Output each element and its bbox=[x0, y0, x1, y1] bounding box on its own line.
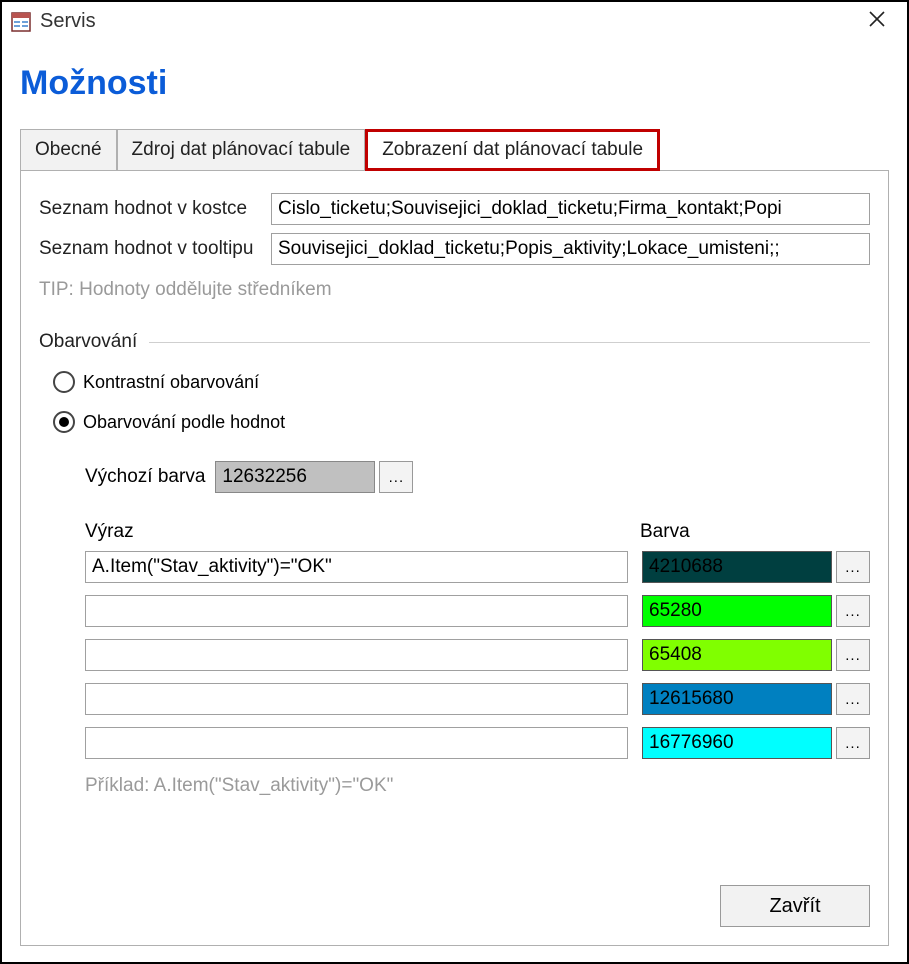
expression-input[interactable] bbox=[85, 551, 628, 583]
tab-panel-data-view: Seznam hodnot v kostce Seznam hodnot v t… bbox=[20, 171, 889, 946]
cube-values-row: Seznam hodnot v kostce bbox=[39, 193, 870, 225]
tooltip-values-row: Seznam hodnot v tooltipu bbox=[39, 233, 870, 265]
default-color-value[interactable]: 12632256 bbox=[215, 461, 375, 493]
default-color-label: Výchozí barva bbox=[85, 466, 205, 488]
coloring-group-header: Obarvování bbox=[39, 331, 870, 353]
color-swatch[interactable]: 65408 bbox=[642, 639, 832, 671]
expression-input[interactable] bbox=[85, 683, 628, 715]
tab-general[interactable]: Obecné bbox=[20, 129, 117, 171]
divider bbox=[149, 342, 870, 343]
dialog-window: Servis Možnosti Obecné Zdroj dat plánova… bbox=[0, 0, 909, 964]
color-swatch[interactable]: 16776960 bbox=[642, 727, 832, 759]
content-area: Možnosti Obecné Zdroj dat plánovací tabu… bbox=[2, 42, 907, 962]
tab-data-view[interactable]: Zobrazení dat plánovací tabule bbox=[365, 129, 660, 171]
form-icon bbox=[10, 11, 32, 33]
color-picker-button[interactable]: ... bbox=[836, 551, 870, 583]
tooltip-values-input[interactable] bbox=[271, 233, 870, 265]
color-rule-row: 12615680... bbox=[85, 683, 870, 715]
color-swatch[interactable]: 12615680 bbox=[642, 683, 832, 715]
example-text: Příklad: A.Item("Stav_aktivity")="OK" bbox=[85, 775, 870, 797]
color-rule-row: 4210688... bbox=[85, 551, 870, 583]
color-swatch[interactable]: 65280 bbox=[642, 595, 832, 627]
expression-input[interactable] bbox=[85, 595, 628, 627]
color-picker-button[interactable]: ... bbox=[836, 727, 870, 759]
footer: Zavřít bbox=[39, 865, 870, 927]
radio-by-values[interactable]: Obarvování podle hodnot bbox=[53, 411, 870, 433]
color-rule-row: 65408... bbox=[85, 639, 870, 671]
column-expression-header: Výraz bbox=[85, 521, 640, 543]
cube-values-input[interactable] bbox=[271, 193, 870, 225]
radio-by-values-label: Obarvování podle hodnot bbox=[83, 412, 285, 433]
column-color-header: Barva bbox=[640, 521, 870, 543]
coloring-group-label: Obarvování bbox=[39, 331, 137, 353]
columns-header: Výraz Barva bbox=[85, 521, 870, 543]
default-color-row: Výchozí barva 12632256 ... bbox=[85, 461, 870, 493]
color-picker-button[interactable]: ... bbox=[836, 595, 870, 627]
window-title: Servis bbox=[40, 10, 96, 33]
expression-input[interactable] bbox=[85, 727, 628, 759]
color-picker-button[interactable]: ... bbox=[836, 639, 870, 671]
color-rule-row: 16776960... bbox=[85, 727, 870, 759]
window-close-button[interactable] bbox=[855, 5, 899, 39]
cube-values-label: Seznam hodnot v kostce bbox=[39, 198, 271, 220]
close-button[interactable]: Zavřít bbox=[720, 885, 870, 927]
color-swatch[interactable]: 4210688 bbox=[642, 551, 832, 583]
tip-text: TIP: Hodnoty oddělujte středníkem bbox=[39, 279, 870, 301]
radio-unchecked-icon bbox=[53, 371, 75, 393]
radio-checked-icon bbox=[53, 411, 75, 433]
page-title: Možnosti bbox=[20, 64, 889, 103]
expression-input[interactable] bbox=[85, 639, 628, 671]
tabs: Obecné Zdroj dat plánovací tabule Zobraz… bbox=[20, 129, 889, 171]
close-icon bbox=[869, 10, 885, 33]
color-picker-button[interactable]: ... bbox=[836, 683, 870, 715]
titlebar: Servis bbox=[2, 2, 907, 42]
radio-contrast[interactable]: Kontrastní obarvování bbox=[53, 371, 870, 393]
radio-contrast-label: Kontrastní obarvování bbox=[83, 372, 259, 393]
default-color-picker-button[interactable]: ... bbox=[379, 461, 413, 493]
color-rule-row: 65280... bbox=[85, 595, 870, 627]
tooltip-values-label: Seznam hodnot v tooltipu bbox=[39, 238, 271, 260]
tab-data-source[interactable]: Zdroj dat plánovací tabule bbox=[117, 129, 366, 171]
tab-filler bbox=[660, 129, 889, 171]
